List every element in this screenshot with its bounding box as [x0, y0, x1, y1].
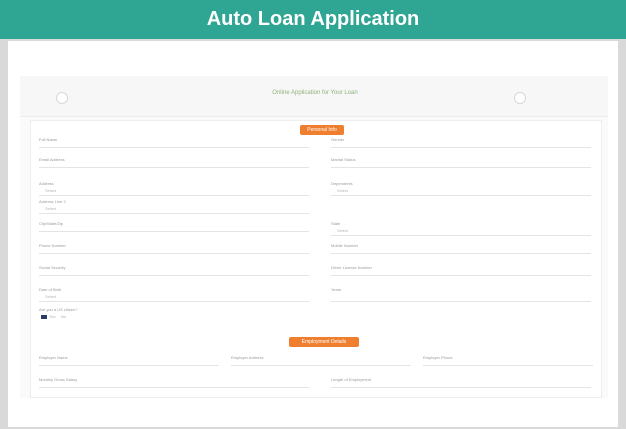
input-line[interactable]: [231, 365, 411, 366]
field-label: Employer Name: [39, 355, 68, 360]
input-line[interactable]: [331, 387, 591, 388]
preview-card: Online Application for Your Loan Persona…: [8, 41, 618, 427]
yes-toggle[interactable]: [41, 315, 47, 319]
field-label: Are you a US citizen?: [39, 307, 78, 312]
input-line[interactable]: [331, 167, 591, 168]
decor-circle-icon: [56, 92, 68, 104]
field-label: State: [331, 221, 341, 226]
toggle-label: No: [61, 314, 67, 319]
field-value: Select: [337, 188, 349, 193]
input-line[interactable]: [39, 195, 309, 196]
decor-circle-icon: [514, 92, 526, 104]
field-label: Length of Employment: [331, 377, 372, 382]
field-label: Address Line 2: [39, 199, 66, 204]
input-line[interactable]: [39, 387, 309, 388]
employment-details-button[interactable]: Employment Details: [289, 337, 359, 347]
field-label: Mobile Number: [331, 243, 359, 248]
input-line[interactable]: [39, 167, 309, 168]
page-banner: Auto Loan Application: [0, 0, 626, 39]
form-header: Online Application for Your Loan: [20, 76, 608, 117]
input-line[interactable]: [423, 365, 593, 366]
field-label: Gender: [331, 137, 345, 142]
field-label: Employer Address: [231, 355, 264, 360]
field-label: Years: [331, 287, 342, 292]
field-label: Employer Phone: [423, 355, 453, 360]
field-label: Monthly Gross Salary: [39, 377, 78, 382]
field-value: Select: [45, 206, 57, 211]
field-value: Select: [337, 228, 349, 233]
input-line[interactable]: [39, 231, 309, 232]
input-line[interactable]: [331, 235, 591, 236]
toggle-label: Yes: [49, 314, 56, 319]
page-title: Auto Loan Application: [206, 8, 420, 30]
field-label: Driver License Number: [331, 265, 372, 270]
field-label: Marital Status: [331, 157, 356, 162]
field-label: Social Security: [39, 265, 66, 270]
input-line[interactable]: [39, 365, 219, 366]
field-label: City/State/Zip: [39, 221, 64, 226]
input-line[interactable]: [331, 147, 591, 148]
field-value: Select: [45, 188, 57, 193]
field-label: Email Address: [39, 157, 65, 162]
field-label: Phone Number: [39, 243, 66, 248]
input-line[interactable]: [331, 301, 591, 302]
input-line[interactable]: [39, 301, 309, 302]
field-label: Full Name: [39, 137, 58, 142]
input-line[interactable]: [39, 253, 309, 254]
personal-info-button[interactable]: Personal Info: [300, 125, 344, 135]
form-title: Online Application for Your Loan: [272, 90, 358, 96]
field-value: Select: [45, 294, 57, 299]
loan-form: Personal Info Full Name Gender Email Add…: [30, 120, 602, 398]
field-label: Date of Birth: [39, 287, 62, 292]
input-line[interactable]: [331, 275, 591, 276]
input-line[interactable]: [39, 213, 309, 214]
input-line[interactable]: [39, 147, 309, 148]
input-line[interactable]: [331, 195, 591, 196]
form-screenshot: Online Application for Your Loan Persona…: [20, 76, 608, 398]
field-label: Address: [39, 181, 54, 186]
input-line[interactable]: [39, 275, 309, 276]
input-line[interactable]: [331, 253, 591, 254]
preview-frame: Online Application for Your Loan Persona…: [0, 39, 626, 429]
field-label: Dependents: [331, 181, 353, 186]
